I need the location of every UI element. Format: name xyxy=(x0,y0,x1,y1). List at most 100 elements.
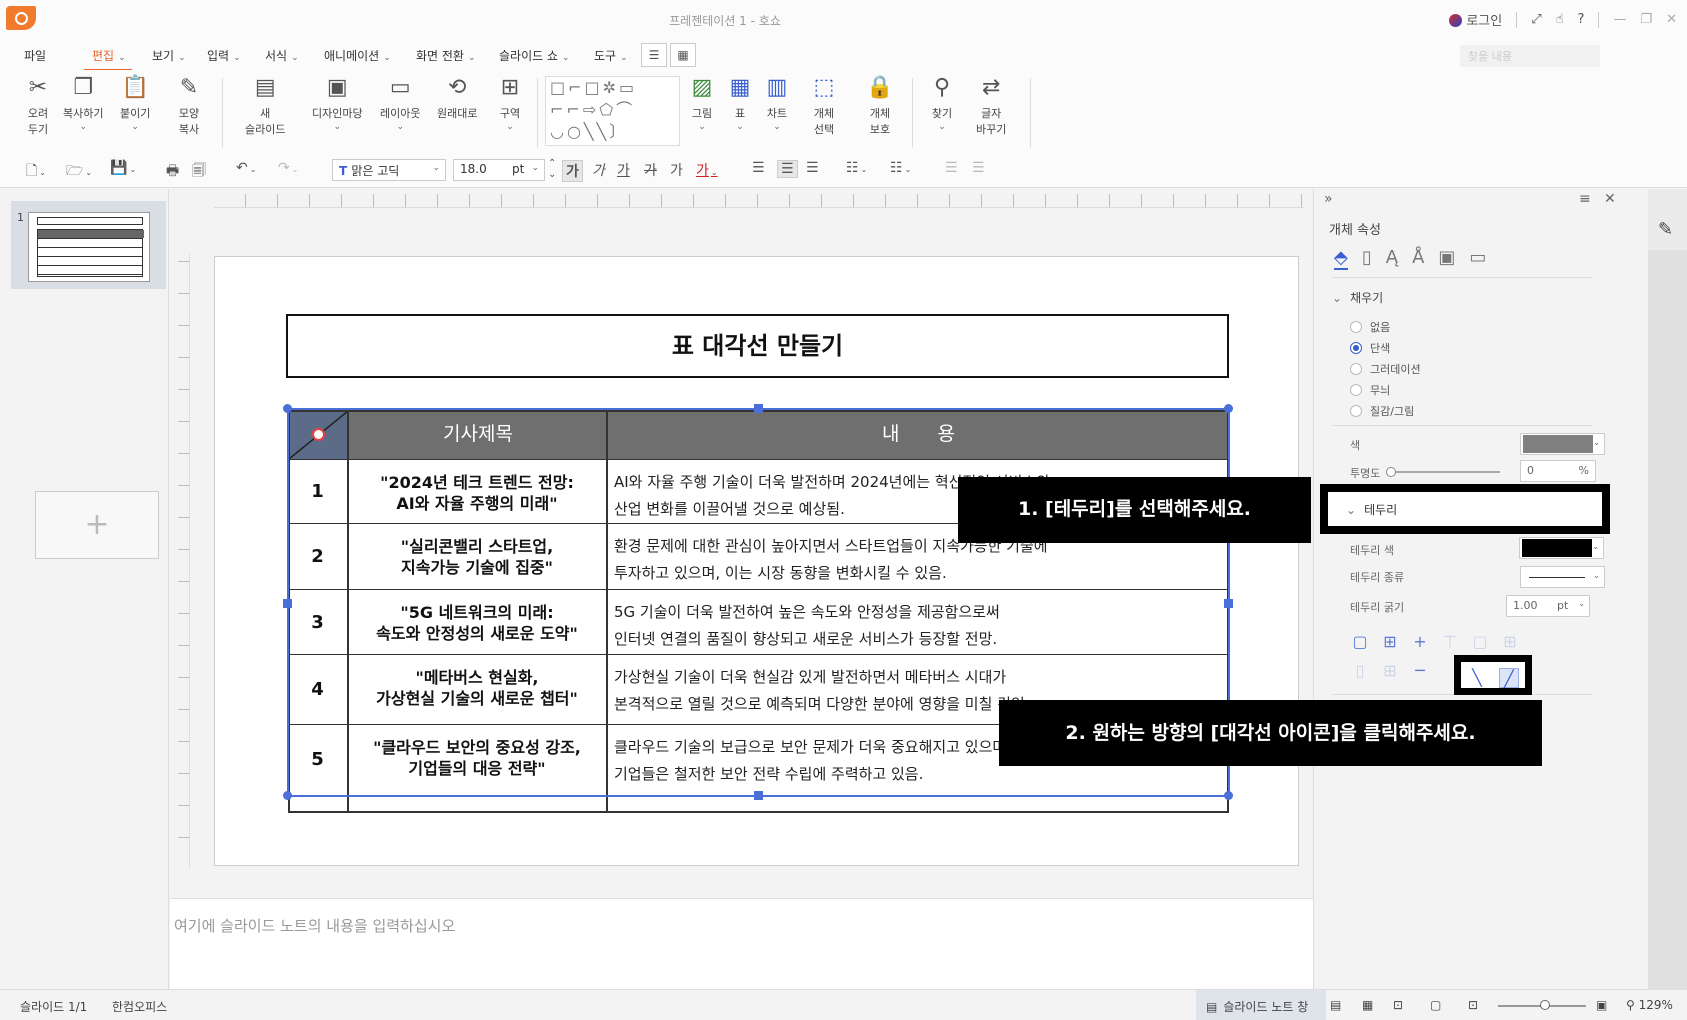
slide-thumbnail[interactable] xyxy=(28,212,150,282)
menu-view[interactable]: 보기 ⌄ xyxy=(152,47,186,64)
resize-handle[interactable] xyxy=(754,404,763,413)
edit-pen-icon[interactable]: ✎ xyxy=(1658,219,1673,240)
redo-icon[interactable]: ↷ ⌄ xyxy=(278,160,298,176)
text-effect-tab-icon[interactable]: Ą xyxy=(1386,247,1398,270)
outer-border-icon[interactable]: ▢ xyxy=(1350,632,1370,652)
menu-edit[interactable]: 편집 ⌄ xyxy=(84,47,132,71)
align-right-icon[interactable]: ☰ xyxy=(806,160,819,176)
shapes-gallery[interactable]: □⌐□✲▭ ⌐⌐⇨⬠⌒ ◡○╲╲〕 xyxy=(545,76,680,146)
align-left-icon[interactable]: ☰ xyxy=(752,160,765,176)
font-name-select[interactable]: T 맑은 고딕 ⌄ xyxy=(332,159,446,181)
border-section-highlight[interactable]: ⌄ 테두리 xyxy=(1320,484,1610,534)
add-slide-button[interactable]: + xyxy=(35,491,159,559)
print-icon[interactable]: 🖶 xyxy=(166,160,179,184)
text-tab-icon[interactable]: Å xyxy=(1412,247,1424,270)
view-mode-icon[interactable]: ☰ xyxy=(641,43,667,67)
object-protect-button[interactable]: 🔒 개체 보호 xyxy=(866,74,894,138)
menu-transition[interactable]: 화면 전환 ⌄ xyxy=(416,47,476,64)
new-doc-icon[interactable]: 🗋 ⌄ xyxy=(26,160,46,184)
strike-button[interactable]: 가 xyxy=(644,160,657,180)
fill-color-picker[interactable]: ⌄ xyxy=(1520,433,1605,455)
diagonal-up-icon[interactable]: ╱ xyxy=(1499,668,1519,688)
fill-solid-radio[interactable]: 단색 xyxy=(1350,340,1390,356)
copy-button[interactable]: ❐ 복사하기 ⌄ xyxy=(63,74,103,132)
minimize-button[interactable]: — xyxy=(1613,12,1626,27)
font-size-select[interactable]: 18.0 pt ⌄ xyxy=(453,159,545,181)
left-border-icon[interactable]: ▯ xyxy=(1350,661,1370,681)
size-stepper-icon[interactable]: ⌃ ⌄ xyxy=(548,158,556,180)
fill-pattern-radio[interactable]: 무늬 xyxy=(1350,382,1390,398)
menu-animation[interactable]: 애니메이션 ⌄ xyxy=(324,47,391,64)
slideshow-view-icon[interactable]: ⊡ xyxy=(1393,998,1403,1012)
expand-icon[interactable]: ⤢ xyxy=(1531,12,1541,27)
layout-tab-icon[interactable]: ▭ xyxy=(1469,247,1486,270)
fill-none-radio[interactable]: 없음 xyxy=(1350,319,1390,335)
undo-icon[interactable]: ↶ ⌄ xyxy=(236,160,256,176)
font-color-icon[interactable]: 가 ⌄ xyxy=(696,160,718,180)
resize-handle[interactable] xyxy=(1224,791,1233,800)
indent-increase-icon[interactable]: ☰ xyxy=(972,160,985,176)
notes-toggle-button[interactable]: ▤ 슬라이드 노트 창 xyxy=(1196,990,1326,1020)
resize-handle[interactable] xyxy=(1224,599,1233,608)
numbered-list-icon[interactable]: ☷ ⌄ xyxy=(890,160,911,176)
normal-view-icon[interactable]: ▤ xyxy=(1330,998,1341,1012)
object-select-button[interactable]: ⬚ 개체 선택 xyxy=(810,74,838,138)
layout-button[interactable]: ▭ 레이아웃 ⌄ xyxy=(380,74,420,132)
paste-button[interactable]: 📋 붙이기 ⌄ xyxy=(120,74,150,132)
border-type-select[interactable]: ⌄ xyxy=(1520,566,1605,588)
resize-handle[interactable] xyxy=(754,791,763,800)
restore-button[interactable]: ❐ xyxy=(1640,12,1652,27)
slide-canvas[interactable]: 표 대각선 만들기 기사제목 내 용 1 "2024년 테크 트렌드 전망: AI… xyxy=(214,256,1299,866)
design-button[interactable]: ▣ 디자인마당 ⌄ xyxy=(312,74,363,132)
picture-button[interactable]: ▨ 그림 ⌄ xyxy=(688,74,716,132)
border-color-picker[interactable]: ⌄ xyxy=(1519,537,1604,559)
bold-button[interactable]: 가 xyxy=(562,160,583,182)
collapse-panel-icon[interactable]: » xyxy=(1324,191,1333,207)
fill-gradient-radio[interactable]: 그러데이션 xyxy=(1350,361,1421,377)
replace-button[interactable]: ⇄ 글자 바꾸기 xyxy=(976,74,1006,138)
close-button[interactable]: ✕ xyxy=(1666,12,1677,27)
save-icon[interactable]: 💾 ⌄ xyxy=(110,160,136,176)
fit-window-icon[interactable]: ⊡ xyxy=(1468,998,1478,1012)
zoom-fit-icon[interactable]: ▣ xyxy=(1596,998,1607,1012)
search-input[interactable]: 찾을 내용 xyxy=(1460,45,1600,67)
format-painter-button[interactable]: ✎ 모양 복사 xyxy=(175,74,203,138)
resize-handle[interactable] xyxy=(283,404,292,413)
vertical-inner-border-icon[interactable]: ⊞ xyxy=(1380,661,1400,681)
italic-button[interactable]: 가 xyxy=(592,160,605,180)
bottom-border-icon[interactable]: ▢ xyxy=(1470,632,1490,652)
fill-texture-radio[interactable]: 질감/그림 xyxy=(1350,403,1414,419)
transparency-slider[interactable] xyxy=(1386,467,1500,477)
fill-section-header[interactable]: ⌄ 채우기 xyxy=(1332,289,1383,306)
help-icon[interactable]: ? xyxy=(1578,12,1585,27)
inner-borders-icon[interactable]: + xyxy=(1410,632,1430,652)
top-border-icon[interactable]: ⊤ xyxy=(1440,632,1460,652)
underline-button[interactable]: 가 xyxy=(617,160,630,180)
touch-icon[interactable]: ☝ xyxy=(1556,12,1564,27)
fill-line-tab-icon[interactable]: ⬘ xyxy=(1334,247,1348,270)
resize-handle[interactable] xyxy=(283,791,292,800)
table-button[interactable]: ▦ 표 ⌄ xyxy=(726,74,754,132)
menu-slideshow[interactable]: 슬라이드 쇼 ⌄ xyxy=(499,47,570,64)
shadow-button[interactable]: 가 xyxy=(670,160,683,180)
panel-menu-icon[interactable]: ≡ xyxy=(1579,191,1591,207)
open-folder-icon[interactable]: 🗁 ⌄ xyxy=(66,160,92,184)
menu-insert[interactable]: 입력 ⌄ xyxy=(207,47,241,64)
menu-format[interactable]: 서식 ⌄ xyxy=(265,47,299,64)
zoom-level[interactable]: ⚲ 129% xyxy=(1626,998,1673,1012)
bullet-list-icon[interactable]: ☷ ⌄ xyxy=(846,160,867,176)
align-center-icon[interactable]: ☰ xyxy=(777,160,798,178)
all-borders-icon[interactable]: ⊞ xyxy=(1380,632,1400,652)
zoom-slider-knob[interactable] xyxy=(1540,1000,1550,1010)
transparency-input[interactable]: 0% xyxy=(1520,460,1596,482)
fit-slide-icon[interactable]: ▢ xyxy=(1430,998,1441,1012)
menu-tools[interactable]: 도구 ⌄ xyxy=(594,47,628,64)
slide-sorter-icon[interactable]: ▦ xyxy=(1362,998,1373,1012)
section-button[interactable]: ⊞ 구역 ⌄ xyxy=(496,74,524,132)
slide-notes-input[interactable]: 여기에 슬라이드 노트의 내용을 입력하십시오 xyxy=(170,898,1313,989)
resize-handle[interactable] xyxy=(283,599,292,608)
resize-handle[interactable] xyxy=(1224,404,1233,413)
picture-tab-icon[interactable]: ▣ xyxy=(1438,247,1455,270)
diagonal-down-icon[interactable]: ╲ xyxy=(1467,668,1487,688)
chart-button[interactable]: ▥ 차트 ⌄ xyxy=(763,74,791,132)
